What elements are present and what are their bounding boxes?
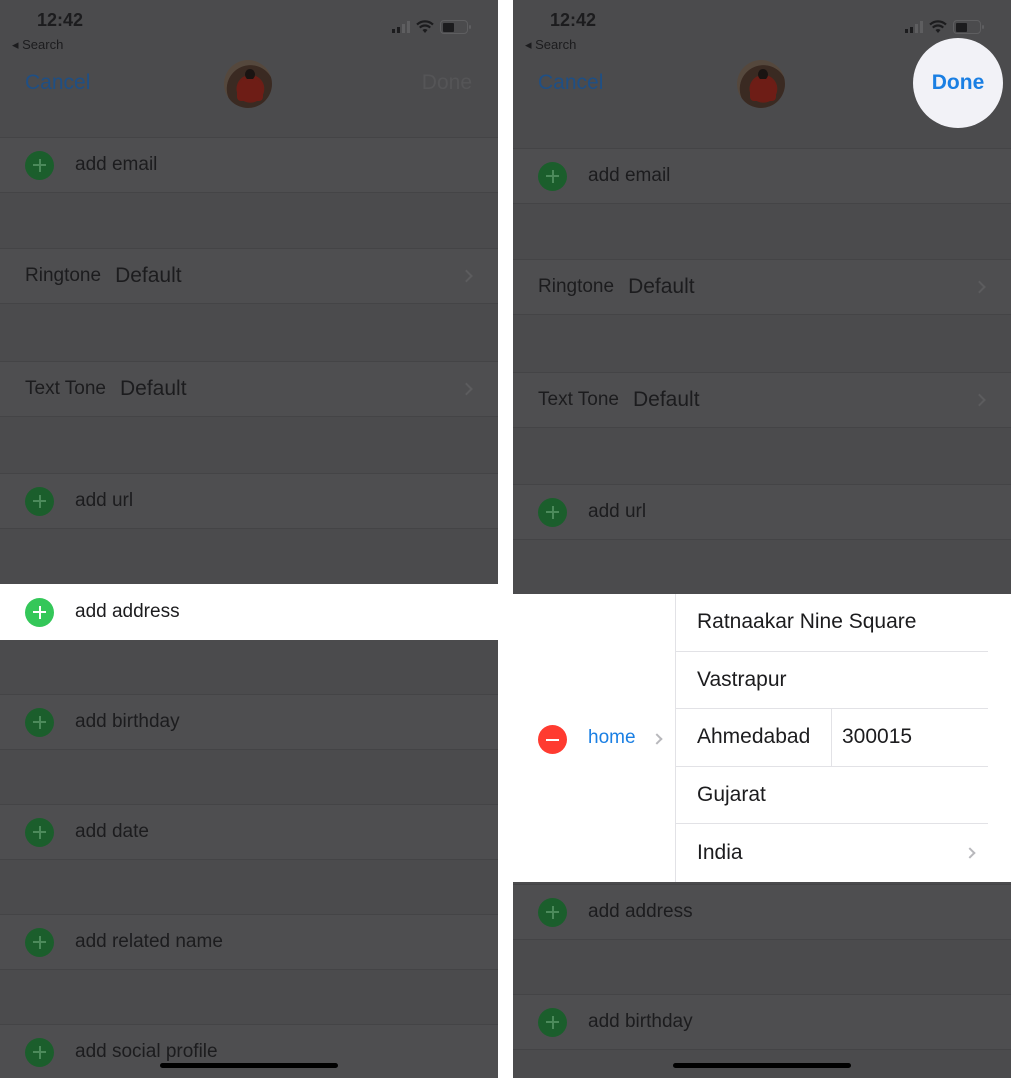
plus-circle-icon xyxy=(538,897,567,927)
city-zip-field[interactable]: Ahmedabad 300015 xyxy=(676,709,988,767)
row-label: add birthday xyxy=(588,1011,693,1032)
street2-value: Vastrapur xyxy=(697,667,787,691)
home-indicator[interactable] xyxy=(160,1063,338,1068)
text-tone-label: Text Tone xyxy=(25,378,106,399)
plus-circle-icon xyxy=(25,150,54,180)
row-label: add address xyxy=(75,601,180,622)
chevron-right-icon xyxy=(460,382,473,396)
back-to-search-link[interactable]: ◂ Search xyxy=(12,37,63,53)
ringtone-label: Ringtone xyxy=(25,265,102,286)
street1-value: Ratnaakar Nine Square xyxy=(697,610,917,634)
plus-circle-icon xyxy=(25,707,54,737)
plus-circle-icon xyxy=(538,1007,567,1037)
address-type-label[interactable]: home xyxy=(588,727,636,749)
ringtone-value: Default xyxy=(628,275,695,298)
row-label: add related name xyxy=(75,931,223,952)
cancel-button[interactable]: Cancel xyxy=(538,71,603,95)
chevron-right-icon xyxy=(964,847,976,859)
row-label: add email xyxy=(75,154,158,175)
row-label: add url xyxy=(75,490,134,511)
wifi-icon xyxy=(416,20,434,33)
contact-avatar[interactable] xyxy=(737,60,785,108)
row-label: add url xyxy=(588,501,647,522)
contact-avatar[interactable] xyxy=(224,60,272,108)
country-value: India xyxy=(697,841,743,865)
text-tone-value: Default xyxy=(119,377,187,400)
status-icons xyxy=(392,20,471,34)
row-label: add date xyxy=(75,821,149,842)
battery-icon xyxy=(440,20,471,34)
chevron-right-icon xyxy=(460,269,473,283)
status-icons xyxy=(905,20,984,34)
street1-field[interactable]: Ratnaakar Nine Square xyxy=(676,594,988,652)
text-tone-row[interactable]: Text Tone Default xyxy=(0,361,498,417)
row-label: add birthday xyxy=(75,711,180,732)
plus-circle-icon xyxy=(25,486,54,516)
chevron-right-icon xyxy=(973,280,986,294)
row-label: add social profile xyxy=(75,1041,218,1062)
plus-circle-icon xyxy=(25,597,54,627)
status-time: 12:42 xyxy=(37,10,84,30)
battery-icon xyxy=(953,20,984,34)
home-indicator[interactable] xyxy=(673,1063,851,1068)
chevron-right-icon xyxy=(973,393,986,407)
done-button[interactable]: Done xyxy=(422,71,472,95)
add-address-row[interactable]: add address xyxy=(513,884,1011,940)
done-button-highlighted[interactable]: Done xyxy=(913,38,1003,128)
text-tone-value: Default xyxy=(632,388,700,411)
text-tone-label: Text Tone xyxy=(538,389,619,410)
add-birthday-row[interactable]: add birthday xyxy=(0,694,498,750)
add-email-row[interactable]: add email xyxy=(513,148,1011,204)
back-to-search-link[interactable]: ◂ Search xyxy=(525,37,576,53)
contact-edit-screen-after: 12:42 ◂ Search Cancel Done add email Rin… xyxy=(513,0,1011,1078)
plus-circle-icon xyxy=(538,497,567,527)
add-date-row[interactable]: add date xyxy=(0,804,498,860)
field-divider xyxy=(831,709,832,766)
cellular-signal-icon xyxy=(905,21,923,33)
cellular-signal-icon xyxy=(392,21,410,33)
add-birthday-row[interactable]: add birthday xyxy=(513,994,1011,1050)
country-field[interactable]: India xyxy=(676,824,988,882)
wifi-icon xyxy=(929,20,947,33)
plus-circle-icon xyxy=(538,161,567,191)
ringtone-value: Default xyxy=(115,264,182,287)
address-block: home Ratnaakar Nine Square Vastrapur Ahm… xyxy=(513,594,1011,882)
status-time: 12:42 xyxy=(550,10,597,30)
plus-circle-icon xyxy=(25,927,54,957)
add-url-row[interactable]: add url xyxy=(0,473,498,529)
add-social-profile-row[interactable]: add social profile xyxy=(0,1024,498,1078)
add-email-row[interactable]: add email xyxy=(0,137,498,193)
address-fields: Ratnaakar Nine Square Vastrapur Ahmedaba… xyxy=(675,594,988,882)
contact-edit-screen-before: 12:42 ◂ Search Cancel Done add email Rin… xyxy=(0,0,498,1078)
add-url-row[interactable]: add url xyxy=(513,484,1011,540)
chevron-right-icon xyxy=(651,733,663,745)
minus-circle-icon[interactable] xyxy=(538,725,567,754)
add-address-row[interactable]: add address xyxy=(0,584,498,640)
ringtone-label: Ringtone xyxy=(538,276,615,297)
plus-circle-icon xyxy=(25,1037,54,1067)
state-value: Gujarat xyxy=(697,783,766,807)
cancel-button[interactable]: Cancel xyxy=(25,71,90,95)
text-tone-row[interactable]: Text Tone Default xyxy=(513,372,1011,428)
add-related-name-row[interactable]: add related name xyxy=(0,914,498,970)
ringtone-row[interactable]: Ringtone Default xyxy=(513,259,1011,315)
postal-code-value[interactable]: 300015 xyxy=(842,725,912,749)
done-button-label: Done xyxy=(931,71,985,94)
city-value: Ahmedabad xyxy=(697,725,811,749)
street2-field[interactable]: Vastrapur xyxy=(676,652,988,710)
plus-circle-icon xyxy=(25,817,54,847)
state-field[interactable]: Gujarat xyxy=(676,767,988,825)
row-label: add email xyxy=(588,165,671,186)
row-label: add address xyxy=(588,901,693,922)
ringtone-row[interactable]: Ringtone Default xyxy=(0,248,498,304)
